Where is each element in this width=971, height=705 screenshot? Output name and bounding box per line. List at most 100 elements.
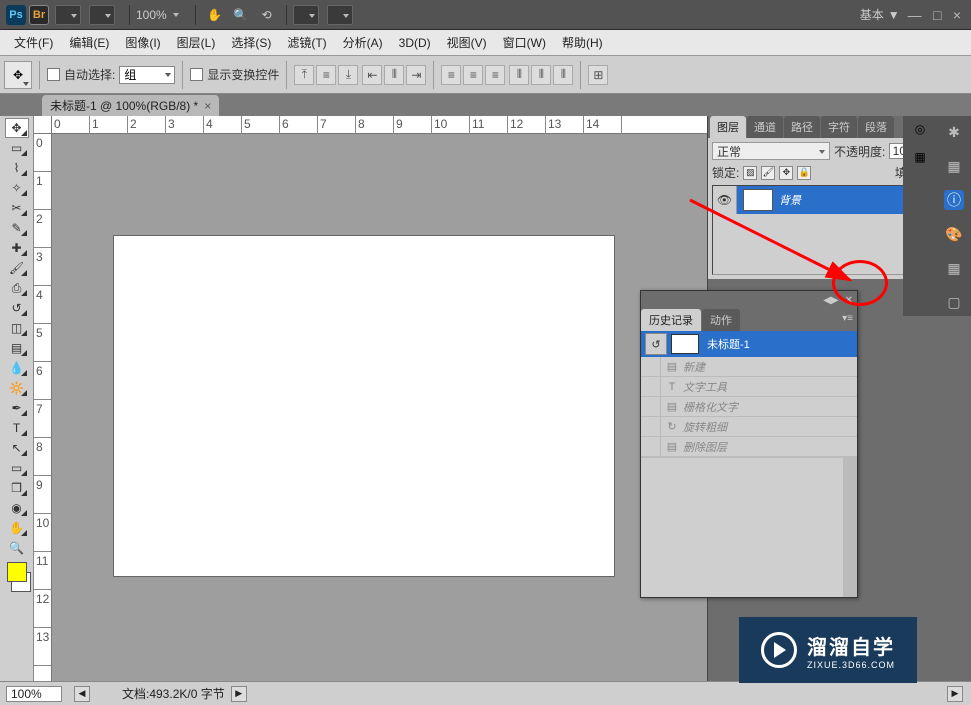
current-tool-icon[interactable]: ✥ bbox=[4, 61, 32, 89]
zoom-tool-icon[interactable]: 🔍 bbox=[232, 6, 250, 24]
transform-checkbox[interactable] bbox=[190, 68, 203, 81]
tab-character[interactable]: 字符 bbox=[821, 116, 857, 138]
workspace-switcher[interactable]: 基本 bbox=[860, 6, 884, 23]
3d-cam-tool[interactable]: ◉ bbox=[5, 498, 29, 518]
marquee-tool[interactable]: ▭ bbox=[5, 138, 29, 158]
lock-pixels-icon[interactable]: 🖌 bbox=[761, 166, 775, 180]
document-tab[interactable]: 未标题-1 @ 100%(RGB/8) * × bbox=[42, 95, 219, 116]
align-right-icon[interactable]: ⇥ bbox=[406, 65, 426, 85]
close-document-icon[interactable]: × bbox=[204, 99, 211, 113]
minimize-button[interactable]: — bbox=[908, 7, 922, 23]
history-panel[interactable]: ◀▶ ✕ 历史记录 动作 ▾≡ ↺ 未标题-1 ▤新建 T文字工具 ▤栅格化文字… bbox=[640, 290, 858, 598]
pen-tool[interactable]: ✒ bbox=[5, 398, 29, 418]
hand-tool-icon[interactable]: ✋ bbox=[206, 6, 224, 24]
zoom-percent[interactable]: 100% bbox=[136, 8, 167, 22]
tab-layers[interactable]: 图层 bbox=[710, 116, 746, 138]
menu-select[interactable]: 选择(S) bbox=[223, 31, 279, 54]
history-close-icon[interactable]: ✕ bbox=[845, 295, 853, 306]
align-hcenter-icon[interactable]: ⫴ bbox=[384, 65, 404, 85]
history-item[interactable]: ▤栅格化文字 bbox=[641, 397, 857, 417]
lock-all-icon[interactable]: 🔒 bbox=[797, 166, 811, 180]
brush-tool[interactable]: 🖌 bbox=[5, 258, 29, 278]
dist-3-icon[interactable]: ≡ bbox=[485, 65, 505, 85]
3d-tool[interactable]: ❒ bbox=[5, 478, 29, 498]
zoom-tool[interactable]: 🔍 bbox=[5, 538, 29, 558]
screen-mode-dropdown[interactable] bbox=[327, 5, 353, 25]
ruler-horizontal[interactable]: 0 1 2 3 4 5 6 7 8 9 10 11 12 13 14 bbox=[52, 116, 707, 134]
move-tool[interactable]: ✥ bbox=[5, 118, 29, 138]
menu-file[interactable]: 文件(F) bbox=[6, 31, 61, 54]
maximize-button[interactable]: □ bbox=[933, 7, 941, 23]
workspace-dropdown-icon[interactable]: ▼ bbox=[888, 8, 900, 22]
dodge-tool[interactable]: 🔆 bbox=[5, 378, 29, 398]
blur-tool[interactable]: 💧 bbox=[5, 358, 29, 378]
history-menu-icon[interactable]: ▾≡ bbox=[842, 313, 853, 324]
masks-icon[interactable]: ▢ bbox=[944, 292, 964, 312]
history-scrollbar[interactable] bbox=[843, 458, 857, 597]
history-collapse-icon[interactable]: ◀▶ bbox=[823, 295, 838, 306]
healing-tool[interactable]: ✚ bbox=[5, 238, 29, 258]
shape-tool[interactable]: ▭ bbox=[5, 458, 29, 478]
hand-tool[interactable]: ✋ bbox=[5, 518, 29, 538]
scroll-left-icon[interactable]: ◀ bbox=[74, 686, 90, 702]
align-left-icon[interactable]: ⇤ bbox=[362, 65, 382, 85]
history-source-icon[interactable]: ↺ bbox=[645, 333, 667, 355]
autoselect-checkbox[interactable] bbox=[47, 68, 60, 81]
align-vcenter-icon[interactable]: ≡ bbox=[316, 65, 336, 85]
stamp-tool[interactable]: ⎙ bbox=[5, 278, 29, 298]
history-item[interactable]: T文字工具 bbox=[641, 377, 857, 397]
eraser-tool[interactable]: ◫ bbox=[5, 318, 29, 338]
snapshot-thumbnail[interactable] bbox=[671, 334, 699, 354]
autoselect-combo[interactable]: 组 bbox=[119, 66, 175, 84]
bridge-icon[interactable]: Br bbox=[29, 5, 49, 25]
ruler-origin[interactable] bbox=[34, 116, 52, 134]
menu-edit[interactable]: 编辑(E) bbox=[61, 31, 117, 54]
auto-align-icon[interactable]: ⊞ bbox=[588, 65, 608, 85]
foreground-swatch[interactable] bbox=[7, 562, 27, 582]
type-tool[interactable]: T bbox=[5, 418, 29, 438]
wand-tool[interactable]: ✧ bbox=[5, 178, 29, 198]
tab-actions[interactable]: 动作 bbox=[702, 309, 740, 331]
layer-visibility-icon[interactable]: 👁 bbox=[713, 186, 737, 214]
styles-icon[interactable]: 🎨 bbox=[944, 224, 964, 244]
menu-layer[interactable]: 图层(L) bbox=[169, 31, 224, 54]
menu-filter[interactable]: 滤镜(T) bbox=[279, 31, 334, 54]
gradient-tool[interactable]: ▤ bbox=[5, 338, 29, 358]
document-info[interactable]: 文档:493.2K/0 字节 bbox=[122, 685, 225, 702]
tab-paragraph[interactable]: 段落 bbox=[858, 116, 894, 138]
blend-mode-select[interactable]: 正常 bbox=[712, 142, 830, 160]
zoom-dropdown-icon[interactable] bbox=[173, 13, 179, 17]
eyedropper-tool[interactable]: ✎ bbox=[5, 218, 29, 238]
histogram-icon[interactable]: ▦ bbox=[914, 150, 925, 164]
dist-2-icon[interactable]: ≡ bbox=[463, 65, 483, 85]
tab-paths[interactable]: 路径 bbox=[784, 116, 820, 138]
navigator-icon[interactable]: ◎ bbox=[915, 122, 925, 136]
color-icon[interactable]: ✱ bbox=[944, 122, 964, 142]
history-brush-tool[interactable]: ↺ bbox=[5, 298, 29, 318]
dist-5-icon[interactable]: ⫴ bbox=[531, 65, 551, 85]
swatches-icon[interactable]: ▦ bbox=[944, 156, 964, 176]
close-window-button[interactable]: × bbox=[953, 7, 961, 23]
history-snapshot-row[interactable]: ↺ 未标题-1 bbox=[641, 331, 857, 357]
dist-1-icon[interactable]: ≡ bbox=[441, 65, 461, 85]
layer-thumbnail[interactable] bbox=[743, 189, 773, 211]
menu-help[interactable]: 帮助(H) bbox=[554, 31, 611, 54]
scroll-right-icon[interactable]: ▶ bbox=[947, 686, 963, 702]
lasso-tool[interactable]: ⌇ bbox=[5, 158, 29, 178]
ruler-vertical[interactable]: 0 1 2 3 4 5 6 7 8 9 10 11 12 13 bbox=[34, 134, 52, 681]
align-bottom-icon[interactable]: ⤓ bbox=[338, 65, 358, 85]
history-item[interactable]: ▤删除图层 bbox=[641, 437, 857, 457]
history-item[interactable]: ↻旋转粗细 bbox=[641, 417, 857, 437]
bridge-dropdown[interactable] bbox=[55, 5, 81, 25]
dist-6-icon[interactable]: ⫴ bbox=[553, 65, 573, 85]
history-item[interactable]: ▤新建 bbox=[641, 357, 857, 377]
align-top-icon[interactable]: ⤒ bbox=[294, 65, 314, 85]
info-dropdown-icon[interactable]: ▶ bbox=[231, 686, 247, 702]
crop-tool[interactable]: ✂ bbox=[5, 198, 29, 218]
menu-analysis[interactable]: 分析(A) bbox=[335, 31, 391, 54]
history-titlebar[interactable]: ◀▶ ✕ bbox=[641, 291, 857, 309]
dist-4-icon[interactable]: ⫴ bbox=[509, 65, 529, 85]
lock-transparent-icon[interactable]: ▨ bbox=[743, 166, 757, 180]
menu-window[interactable]: 窗口(W) bbox=[495, 31, 554, 54]
document-canvas[interactable] bbox=[114, 236, 614, 576]
